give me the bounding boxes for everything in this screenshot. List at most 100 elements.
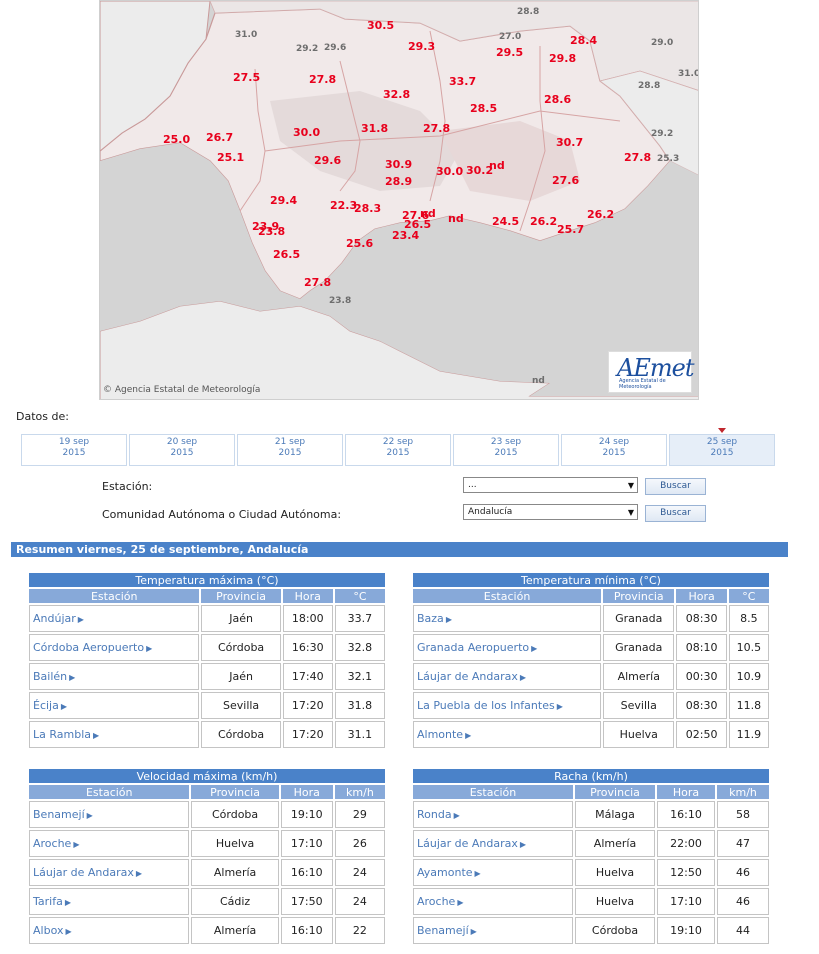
station-name: La Rambla: [33, 728, 92, 741]
station-link[interactable]: Láujar de Andarax ▶: [413, 663, 602, 690]
table-racha: Racha (km/h) Estación Provincia Hora km/h Ron…: [411, 767, 771, 946]
day-button[interactable]: 21 sep 2015: [237, 434, 343, 466]
arrow-right-icon: ▶: [465, 731, 472, 740]
day-button[interactable]: 20 sep 2015: [129, 434, 235, 466]
map-value: 29.5: [496, 46, 524, 59]
day-button[interactable]: 19 sep 2015: [21, 434, 127, 466]
map-value: 27.5: [233, 71, 261, 84]
station-link[interactable]: Láujar de Andarax ▶: [29, 859, 190, 886]
day-button[interactable]: 24 sep 2015: [561, 434, 667, 466]
selected-marker-icon: [718, 428, 726, 433]
station-name: Córdoba Aeropuerto: [33, 641, 145, 654]
station-link[interactable]: Baza ▶: [413, 605, 602, 632]
station-link[interactable]: Tarifa ▶: [29, 888, 190, 915]
summary-header: Resumen viernes, 25 de septiembre, Andal…: [11, 542, 788, 557]
station-link[interactable]: Ayamonte ▶: [413, 859, 573, 886]
value-cell: 11.9: [728, 721, 769, 748]
station-link[interactable]: Aroche ▶: [413, 888, 573, 915]
table-caption: Racha (km/h): [413, 769, 769, 783]
map-value: 27.8: [304, 276, 332, 289]
map-value: 29.4: [270, 194, 298, 207]
map-value: 33.7: [449, 75, 477, 88]
map-credit: © Agencia Estatal de Meteorología: [103, 385, 261, 395]
map-value: 25.7: [557, 223, 585, 236]
arrow-right-icon: ▶: [60, 702, 68, 711]
arrow-right-icon: ▶: [531, 644, 538, 653]
day-button[interactable]: 22 sep 2015: [345, 434, 451, 466]
station-link[interactable]: Láujar de Andarax ▶: [413, 830, 573, 857]
station-link[interactable]: Aroche ▶: [29, 830, 190, 857]
station-link[interactable]: La Rambla ▶: [29, 721, 200, 748]
station-link[interactable]: Bailén ▶: [29, 663, 200, 690]
time-cell: 17:20: [282, 692, 333, 719]
map-value: 29.6: [314, 154, 342, 167]
table-row: Aroche ▶ Huelva 17:10 26: [29, 830, 385, 857]
map-value: 27.8: [309, 73, 337, 86]
day-button[interactable]: 23 sep 2015: [453, 434, 559, 466]
table-row: Bailén ▶ Jaén 17:40 32.1: [29, 663, 385, 690]
table-row: Láujar de Andarax ▶ Almería 22:00 47: [413, 830, 769, 857]
table-row: Baza ▶ Granada 08:30 8.5: [413, 605, 769, 632]
table-row: Láujar de Andarax ▶ Almería 00:30 10.9: [413, 663, 769, 690]
table-row: Écija ▶ Sevilla 17:20 31.8: [29, 692, 385, 719]
map-value: 26.2: [530, 215, 558, 228]
table-vmax: Velocidad máxima (km/h) Estación Provincia…: [27, 767, 387, 946]
table-tmin: Temperatura mínima (°C) Estación Provincia…: [411, 571, 771, 750]
station-link[interactable]: La Puebla de los Infantes ▶: [413, 692, 602, 719]
column-header: Hora: [657, 785, 715, 799]
table-row: Ronda ▶ Málaga 16:10 58: [413, 801, 769, 828]
station-link[interactable]: Benamejí ▶: [29, 801, 190, 828]
map-value: 28.8: [517, 7, 540, 17]
arrow-right-icon: ▶: [556, 702, 563, 711]
station-link[interactable]: Benamejí ▶: [413, 917, 573, 944]
table-row: Tarifa ▶ Cádiz 17:50 24: [29, 888, 385, 915]
column-header: Provincia: [191, 785, 279, 799]
station-link[interactable]: Córdoba Aeropuerto ▶: [29, 634, 200, 661]
station-search-button[interactable]: Buscar: [645, 478, 706, 495]
station-name: Láujar de Andarax: [417, 837, 518, 850]
table-tmax: Temperatura máxima (°C) Estación Provincia…: [27, 571, 387, 750]
day-button[interactable]: 25 sep 2015: [669, 428, 775, 466]
map-value: 27.0: [499, 32, 522, 42]
station-name: Almonte: [417, 728, 464, 741]
value-cell: 32.1: [334, 663, 385, 690]
station-select[interactable]: ... ▼: [463, 477, 638, 493]
value-cell: 31.8: [334, 692, 385, 719]
column-header: Provincia: [201, 589, 281, 603]
province-cell: Granada: [603, 634, 675, 661]
map-value: 32.8: [383, 88, 411, 101]
map-value: 23.8: [329, 296, 352, 306]
column-header: Estación: [29, 785, 190, 799]
column-header: Hora: [282, 589, 333, 603]
station-link[interactable]: Andújar ▶: [29, 605, 200, 632]
table-row: La Rambla ▶ Córdoba 17:20 31.1: [29, 721, 385, 748]
column-header: Provincia: [575, 785, 655, 799]
time-cell: 17:50: [280, 888, 333, 915]
station-name: Granada Aeropuerto: [417, 641, 530, 654]
province-cell: Almería: [603, 663, 675, 690]
value-cell: 29: [334, 801, 385, 828]
station-name: Ayamonte: [417, 866, 473, 879]
time-cell: 17:40: [282, 663, 333, 690]
arrow-right-icon: ▶: [474, 869, 481, 878]
map-value: 25.3: [657, 154, 680, 164]
map-value: nd: [448, 212, 464, 225]
map-value: 26.5: [273, 248, 301, 261]
region-select[interactable]: Andalucía ▼: [463, 504, 638, 520]
region-search-button[interactable]: Buscar: [645, 505, 706, 522]
map-value: 29.3: [408, 40, 436, 53]
station-name: Benamejí: [417, 924, 469, 937]
day-date: 20 sep: [166, 437, 198, 447]
map-value: 23.4: [392, 229, 420, 242]
column-header: Hora: [676, 589, 727, 603]
station-link[interactable]: Ronda ▶: [413, 801, 573, 828]
station-link[interactable]: Albox ▶: [29, 917, 190, 944]
time-cell: 12:50: [657, 859, 715, 886]
column-header: Provincia: [603, 589, 675, 603]
station-link[interactable]: Almonte ▶: [413, 721, 602, 748]
station-link[interactable]: Granada Aeropuerto ▶: [413, 634, 602, 661]
table-row: Benamejí ▶ Córdoba 19:10 44: [413, 917, 769, 944]
station-link[interactable]: Écija ▶: [29, 692, 200, 719]
map-value: 23.8: [258, 225, 286, 238]
province-cell: Córdoba: [575, 917, 655, 944]
